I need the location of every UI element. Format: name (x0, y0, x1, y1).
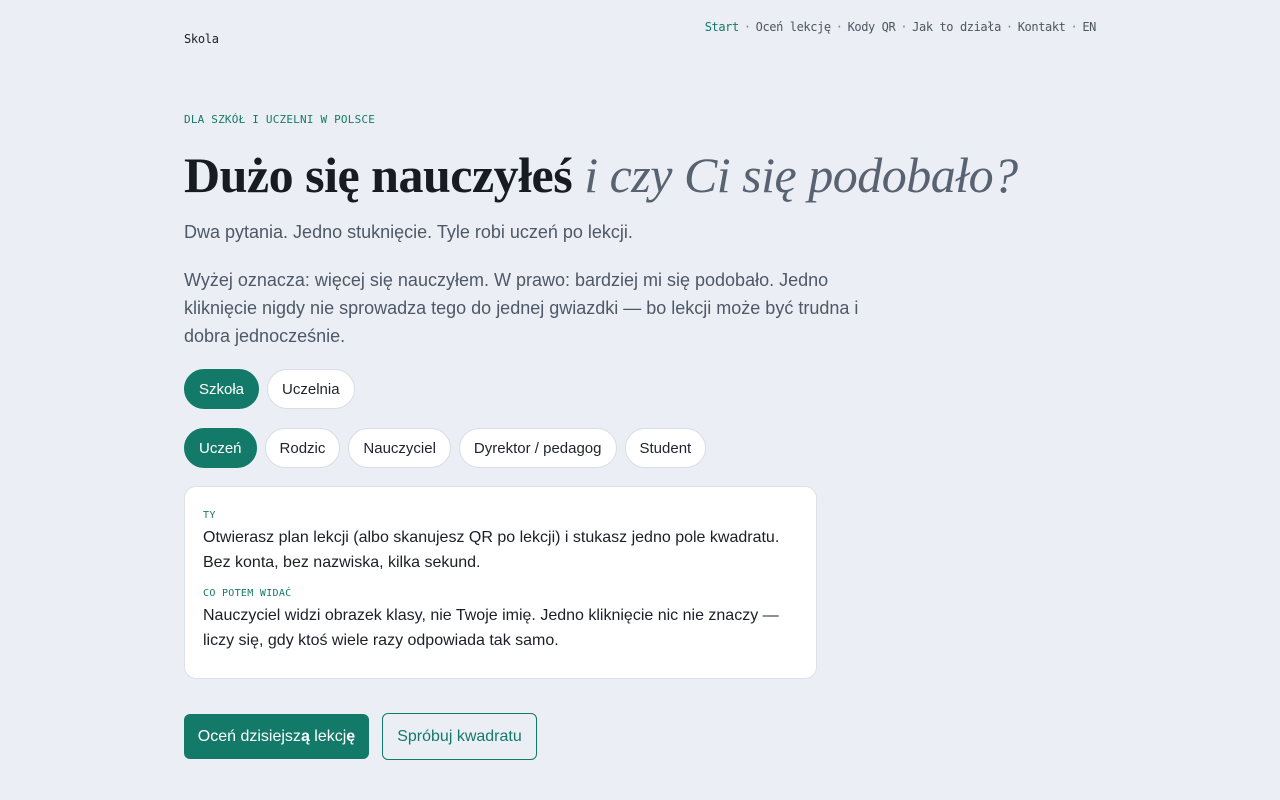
nav-separator: · (1005, 20, 1013, 34)
hero-lead: Dwa pytania. Jedno stuknięcie. Tyle robi… (184, 222, 633, 242)
institution-selector: Szkoła Uczelnia (184, 369, 355, 409)
cta-primary-part: Oceń dzisiejsz (197, 727, 301, 745)
nav-link-language-en[interactable]: EN (1082, 20, 1096, 34)
rate-today-lesson-button[interactable]: Oceń dzisiejsz ą lekcj ę (184, 714, 369, 759)
pill-parent[interactable]: Rodzic (264, 428, 341, 468)
nav-link-how-it-works[interactable]: Jak to działa (912, 20, 1001, 34)
headline-emphasis: i czy Ci się podobało? (584, 147, 1018, 203)
nav-separator: · (1070, 20, 1078, 34)
card-text-you: Otwierasz plan lekcji (albo skanujesz QR… (203, 529, 780, 571)
hero-description: Wyżej oznacza: więcej się nauczyłem. W p… (184, 270, 859, 346)
pill-school[interactable]: Szkoła (184, 369, 260, 409)
card-text-what-next: Nauczyciel widzi obrazek klasy, nie Twoj… (203, 607, 779, 649)
brand-logo[interactable]: Skola (184, 32, 219, 46)
nav-separator: · (900, 20, 908, 34)
card-label-what-next: CO POTEM WIDAĆ (203, 588, 292, 599)
cta-primary-bold: ą (300, 727, 310, 745)
nav-link-start[interactable]: Start (705, 20, 740, 34)
headline-strong: Dużo się nauczyłeś (184, 147, 573, 203)
nav-link-qr-codes[interactable]: Kody QR (848, 20, 896, 34)
nav-separator: · (835, 20, 843, 34)
pill-university[interactable]: Uczelnia (267, 369, 355, 409)
nav-link-contact[interactable]: Kontakt (1018, 20, 1066, 34)
try-square-button[interactable]: Spróbuj kwadratu (382, 713, 537, 760)
pill-principal-counselor[interactable]: Dyrektor / pedagog (458, 428, 617, 468)
cta-primary-part: lekcj (309, 727, 347, 745)
nav-separator: · (743, 20, 751, 34)
role-selector: Uczeń Rodzic Nauczyciel Dyrektor / pedag… (184, 428, 707, 468)
role-info-card: TY Otwierasz plan lekcji (albo skanujesz… (184, 486, 817, 679)
pill-student-pupil[interactable]: Uczeń (184, 428, 257, 468)
card-label-you: TY (203, 510, 216, 521)
pill-teacher[interactable]: Nauczyciel (348, 428, 451, 468)
main-nav: Start · Oceń lekcję · Kody QR · Jak to d… (705, 20, 1097, 34)
hero-eyebrow: DLA SZKÓŁ I UCZELNI W POLSCE (184, 113, 376, 126)
cta-primary-bold: ę (346, 727, 356, 745)
page-title: Dużo się nauczyłeś i czy Ci się podobało… (184, 146, 1018, 204)
pill-university-student[interactable]: Student (624, 428, 707, 468)
nav-link-rate-lesson[interactable]: Oceń lekcję (756, 20, 831, 34)
